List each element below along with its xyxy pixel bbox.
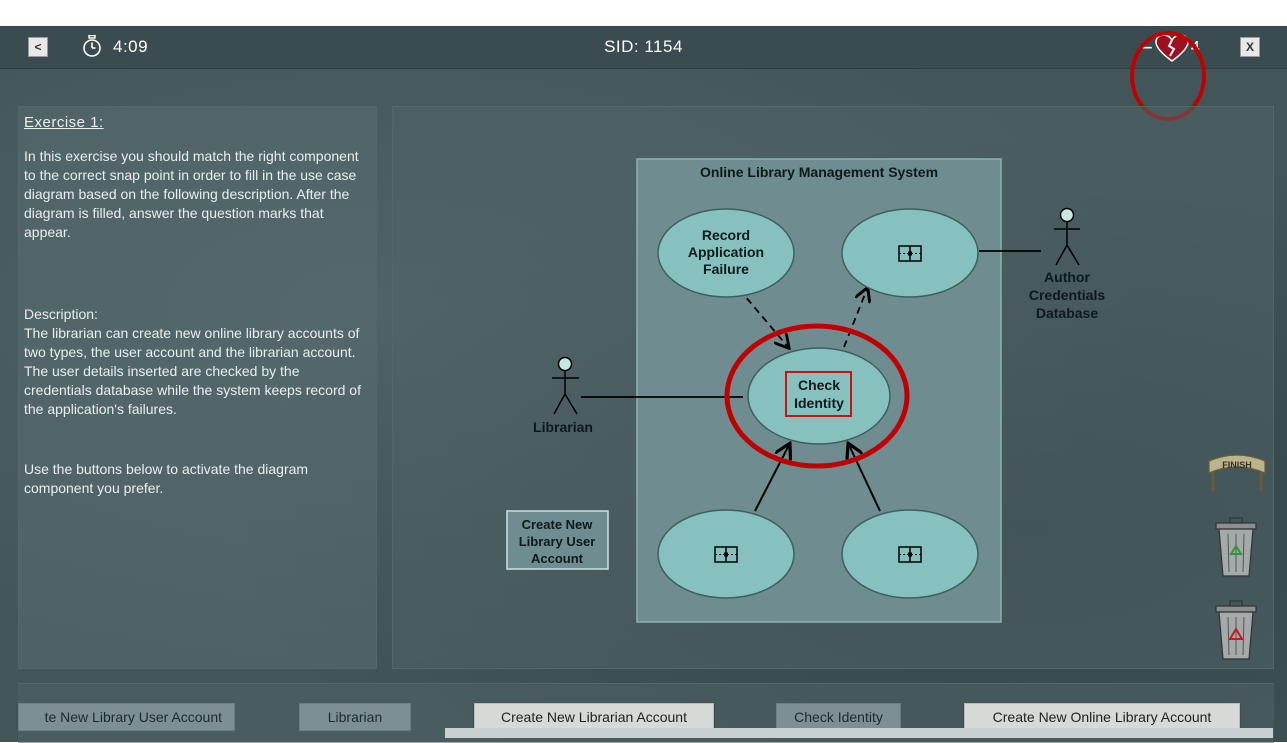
system-title: Online Library Management System [700,164,938,180]
usecase-record-line-1: Record [702,227,750,243]
snap-point-bottom-right[interactable] [841,509,979,599]
instruction-text: Use the buttons below to activate the di… [24,461,309,496]
use-case-diagram: Online Library Management System Record … [506,158,1105,623]
game-screen: < 4:09 SID: 1154 − 4 X Exercise 1: In th… [0,26,1287,743]
stick-figure-icon [552,356,579,415]
usecase-record-failure[interactable]: Record Application Failure [657,208,795,298]
stopwatch-icon [83,35,101,57]
tool-column: FINISH [1205,451,1267,660]
actor-author-credentials-db[interactable]: Author Credentials Database [1029,207,1105,322]
snap-point-bottom-left[interactable] [657,509,795,599]
actor-librarian-label: Librarian [533,419,593,435]
description-heading: Description: [24,306,98,322]
usecase-record-line-3: Failure [703,261,749,277]
delete-bin-icon[interactable] [1210,599,1262,661]
component-button-create-online-account[interactable]: Create New Online Library Account [964,703,1240,731]
stick-figure-icon [1054,207,1080,266]
component-button-create-user-account[interactable]: te New Library User Account [18,703,235,731]
actor-author-line-2: Credentials [1029,287,1105,303]
actor-author-line-3: Database [1036,305,1098,321]
session-id: SID: 1154 [604,37,683,56]
recycle-bin-icon[interactable] [1210,516,1262,578]
component-button-check-identity[interactable]: Check Identity [776,703,901,731]
usecase-check-line-1: Check [798,377,840,393]
floating-line-2: Library User [519,534,596,549]
close-button[interactable]: X [1240,37,1260,57]
floating-line-1: Create New [522,517,594,532]
finish-label: FINISH [1222,460,1252,470]
actor-author-line-1: Author [1044,269,1090,285]
usecase-check-identity[interactable]: Check Identity [747,347,891,445]
diagram-panel: Online Library Management System Record … [392,106,1274,669]
top-bar: < 4:09 SID: 1154 − 4 X [0,26,1287,69]
component-button-librarian[interactable]: Librarian [299,703,411,731]
description-text: The librarian can create new online libr… [24,325,361,417]
component-button-create-librarian-account[interactable]: Create New Librarian Account [474,703,714,731]
exercise-title: Exercise 1: [24,114,104,131]
snap-point-top-right[interactable] [841,208,979,298]
usecase-check-line-2: Identity [794,395,844,411]
finish-sign-icon[interactable]: FINISH [1207,451,1267,491]
floating-line-3: Account [531,551,584,566]
horizontal-scrollbar[interactable] [445,728,1273,738]
back-button[interactable]: < [28,37,48,57]
timer-value: 4:09 [113,37,149,56]
draggable-component-create-user-account[interactable]: Create New Library User Account [506,510,609,570]
instructions-panel: Exercise 1: In this exercise you should … [18,106,377,669]
exercise-intro: In this exercise you should match the ri… [24,148,359,240]
usecase-record-line-2: Application [688,244,764,260]
